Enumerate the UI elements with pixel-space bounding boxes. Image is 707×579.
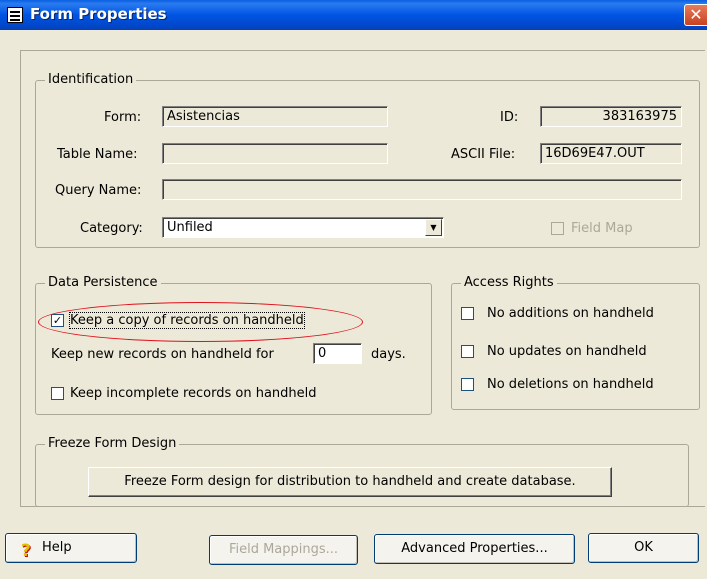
access-rights-legend: Access Rights (461, 275, 557, 290)
table-name-label: Table Name: (57, 147, 138, 162)
help-button[interactable]: ? Help (5, 533, 137, 563)
no-updates-label: No updates on handheld (487, 344, 647, 359)
id-label: ID: (500, 110, 519, 125)
keep-incomplete-checkbox[interactable] (51, 387, 64, 400)
help-icon: ? (21, 541, 31, 561)
category-dropdown[interactable]: Unfiled ▼ (162, 217, 444, 238)
keep-days-input[interactable]: 0 (313, 343, 362, 364)
query-name-field[interactable] (162, 179, 682, 200)
identification-legend: Identification (45, 72, 137, 87)
ascii-file-field[interactable]: 16D69E47.OUT (540, 143, 682, 164)
no-deletions-label: No deletions on handheld (487, 377, 654, 392)
chevron-down-icon[interactable]: ▼ (425, 219, 442, 236)
freeze-form-button[interactable]: Freeze Form design for distribution to h… (88, 467, 612, 497)
field-mappings-button[interactable]: Field Mappings... (209, 535, 358, 565)
field-map-checkbox[interactable] (551, 222, 564, 235)
close-button[interactable]: ✕ (684, 4, 707, 26)
data-persistence-legend: Data Persistence (45, 275, 161, 290)
no-updates-checkbox[interactable] (461, 345, 474, 358)
highlight-ellipse (38, 302, 363, 342)
ok-button[interactable]: OK (588, 533, 699, 563)
form-icon (7, 7, 23, 23)
form-label: Form: (104, 110, 142, 125)
id-field[interactable]: 383163975 (540, 106, 682, 127)
table-name-field[interactable] (162, 143, 388, 164)
category-value: Unfiled (167, 220, 213, 235)
no-additions-checkbox[interactable] (461, 307, 474, 320)
days-label: days. (371, 347, 406, 362)
ascii-file-label: ASCII File: (451, 147, 516, 162)
query-name-label: Query Name: (55, 183, 142, 198)
no-additions-label: No additions on handheld (487, 306, 654, 321)
field-map-label: Field Map (571, 221, 633, 236)
form-name-field[interactable]: Asistencias (162, 106, 388, 127)
freeze-form-legend: Freeze Form Design (45, 436, 180, 451)
keep-incomplete-label: Keep incomplete records on handheld (70, 386, 317, 401)
help-label: Help (42, 540, 72, 555)
title-bar[interactable]: Form Properties ✕ (0, 0, 707, 30)
advanced-properties-button[interactable]: Advanced Properties... (374, 534, 575, 564)
category-label: Category: (80, 221, 143, 236)
no-deletions-checkbox[interactable] (461, 378, 474, 391)
keep-new-label: Keep new records on handheld for (51, 347, 274, 362)
window-title: Form Properties (30, 5, 167, 23)
